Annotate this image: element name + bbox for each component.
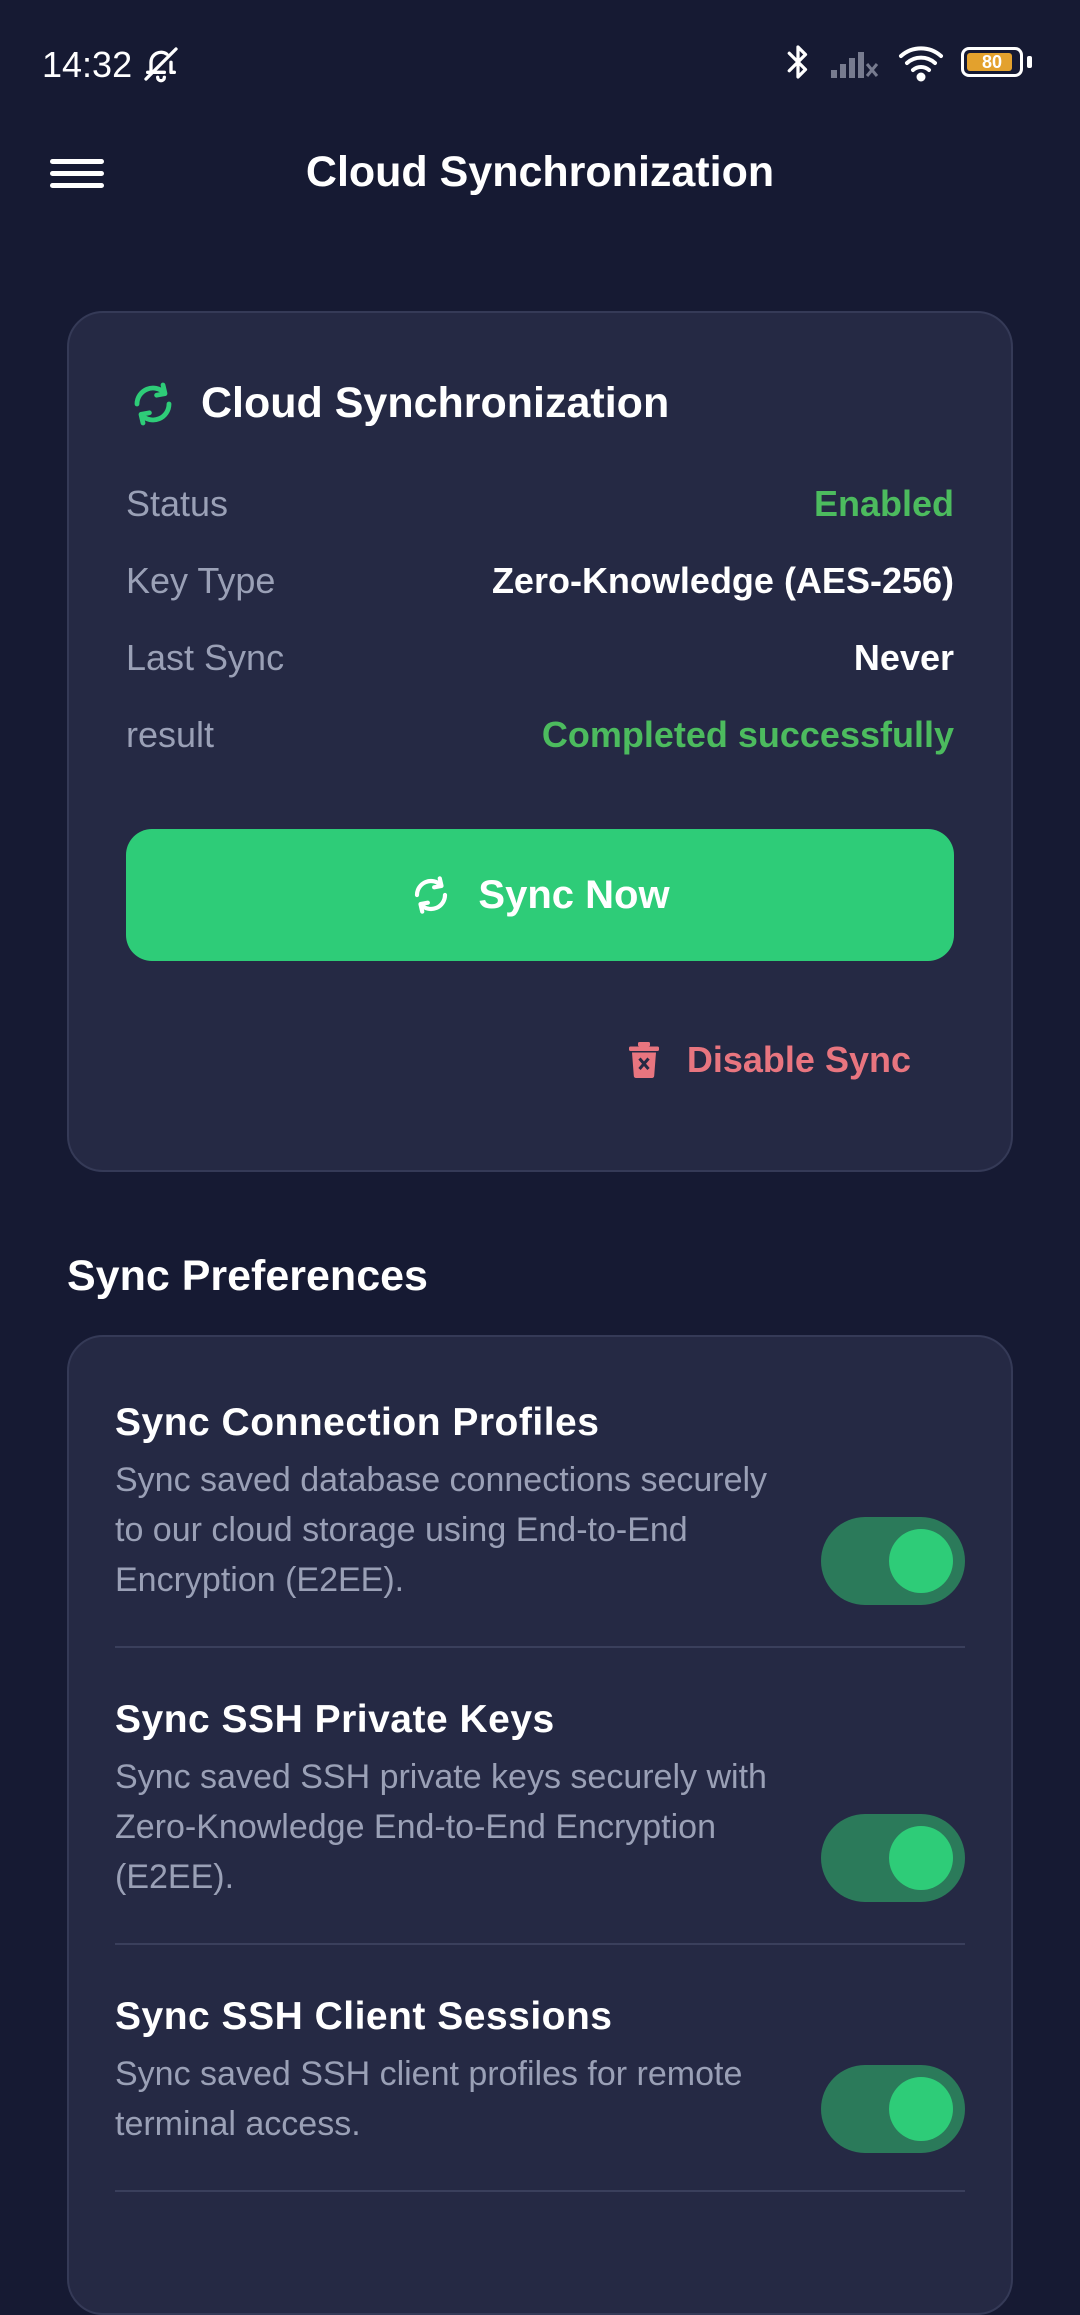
battery-level: 80 <box>981 51 1003 72</box>
disable-sync-button[interactable]: Disable Sync <box>628 1025 911 1095</box>
toggle-knob <box>889 1529 953 1593</box>
toggle-knob <box>889 2077 953 2141</box>
sync-status-card: Cloud Synchronization Status Enabled Key… <box>67 311 1013 1172</box>
sync-icon <box>415 876 448 914</box>
wifi-icon <box>899 46 943 82</box>
divider <box>115 2190 965 2192</box>
sync-ssh-private-keys-toggle[interactable] <box>821 1814 965 1902</box>
sync-icon <box>134 382 172 425</box>
pref-item-ssh-private-keys: Sync SSH Private Keys Sync saved SSH pri… <box>115 1698 965 1902</box>
battery-icon: 80 <box>961 47 1023 77</box>
bell-off-icon <box>144 47 178 83</box>
pref-description: Sync saved database connections securely… <box>115 1461 768 1599</box>
page-title: Cloud Synchronization <box>305 148 775 196</box>
sync-now-button[interactable]: Sync Now <box>126 829 954 961</box>
divider <box>115 1646 965 1648</box>
toggle-knob <box>889 1826 953 1890</box>
pref-description: Sync saved SSH private keys securely wit… <box>115 1758 767 1896</box>
pref-title: Sync SSH Private Keys <box>115 1698 555 1741</box>
pref-title: Sync SSH Client Sessions <box>115 1995 613 2038</box>
app-bar: Cloud Synchronization <box>0 130 1080 220</box>
card-title: Cloud Synchronization <box>201 379 670 427</box>
divider <box>115 1943 965 1945</box>
last-sync-value: Never <box>853 637 954 678</box>
result-value: Completed successfully <box>541 714 954 755</box>
preferences-card: Sync Connection Profiles Sync saved data… <box>67 1335 1013 2315</box>
key-type-label: Key Type <box>126 560 276 601</box>
status-row: Status Enabled <box>126 474 954 534</box>
sync-ssh-client-sessions-toggle[interactable] <box>821 2065 965 2153</box>
status-value: Enabled <box>813 483 954 524</box>
sync-connection-profiles-toggle[interactable] <box>821 1517 965 1605</box>
bluetooth-icon <box>787 45 808 79</box>
key-type-value: Zero-Knowledge (AES-256) <box>491 560 954 601</box>
last-sync-label: Last Sync <box>126 637 285 678</box>
status-bar: 14:32 80 <box>0 0 1080 130</box>
section-title: Sync Preferences <box>67 1252 428 1300</box>
pref-item-connection-profiles: Sync Connection Profiles Sync saved data… <box>115 1401 965 1605</box>
disable-sync-label: Disable Sync <box>686 1039 911 1080</box>
key-type-row: Key Type Zero-Knowledge (AES-256) <box>126 551 954 611</box>
pref-description: Sync saved SSH client profiles for remot… <box>115 2055 743 2143</box>
last-sync-row: Last Sync Never <box>126 628 954 688</box>
signal-off-icon <box>831 52 879 78</box>
result-row: result Completed successfully <box>126 705 954 765</box>
pref-item-ssh-client-sessions: Sync SSH Client Sessions Sync saved SSH … <box>115 1995 965 2153</box>
pref-title: Sync Connection Profiles <box>115 1401 600 1444</box>
status-label: Status <box>126 483 229 524</box>
result-label: result <box>126 714 215 755</box>
status-time: 14:32 <box>42 44 133 85</box>
sync-now-label: Sync Now <box>478 872 670 917</box>
trash-icon <box>628 1042 659 1078</box>
